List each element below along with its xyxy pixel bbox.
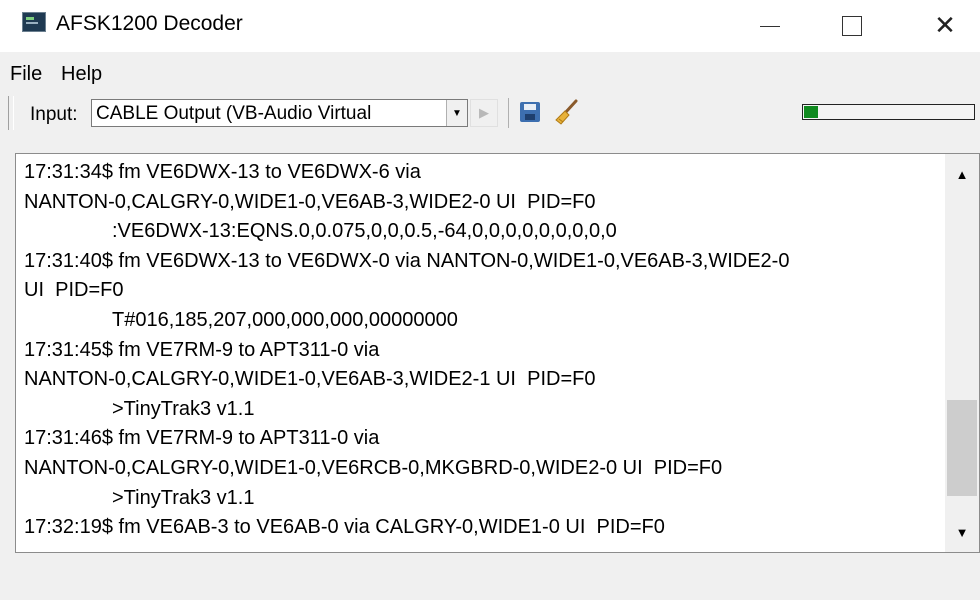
log-line: UI PID=F0 <box>24 279 124 302</box>
toolbar-separator <box>508 98 509 128</box>
log-line: 17:31:45$ fm VE7RM-9 to APT311-0 via <box>24 338 380 361</box>
close-icon: ✕ <box>934 11 956 41</box>
log-line: 17:31:40$ fm VE6DWX-13 to VE6DWX-0 via N… <box>24 249 790 272</box>
terminal-app-icon <box>22 12 46 32</box>
toolbar: Input: CABLE Output (VB-Audio Virtual ▼ … <box>0 92 980 138</box>
log-line: :VE6DWX-13:EQNS.0,0.075,0,0,0.5,-64,0,0,… <box>112 220 617 243</box>
minimize-button[interactable] <box>740 0 800 52</box>
maximize-icon <box>842 16 862 36</box>
play-icon: ▶ <box>479 105 489 120</box>
window-title: AFSK1200 Decoder <box>56 12 243 35</box>
toolbar-grip[interactable] <box>8 96 14 130</box>
maximize-button[interactable] <box>822 0 882 52</box>
decoded-packet-log[interactable]: 17:31:34$ fm VE6DWX-13 to VE6DWX-6 via NA… <box>15 153 980 553</box>
log-line: T#016,185,207,000,000,000,00000000 <box>112 308 458 331</box>
audio-level-meter <box>802 104 975 120</box>
menu-bar: File Help <box>0 52 980 90</box>
scroll-thumb[interactable] <box>947 400 977 496</box>
log-line: >TinyTrak3 v1.1 <box>112 397 255 420</box>
scroll-up-button[interactable]: ▲ <box>945 156 979 192</box>
arrow-down-icon: ▼ <box>955 524 969 540</box>
log-line: NANTON-0,CALGRY-0,WIDE1-0,VE6AB-3,WIDE2-… <box>24 190 596 213</box>
log-line: >TinyTrak3 v1.1 <box>112 486 255 509</box>
save-icon[interactable] <box>520 102 540 122</box>
log-line: NANTON-0,CALGRY-0,WIDE1-0,VE6AB-3,WIDE2-… <box>24 368 596 391</box>
audio-level-fill <box>804 106 818 118</box>
arrow-up-icon: ▲ <box>955 166 969 182</box>
title-bar: AFSK1200 Decoder ✕ <box>0 0 980 52</box>
menu-help[interactable]: Help <box>61 63 102 86</box>
scroll-down-button[interactable]: ▼ <box>945 514 979 550</box>
log-line: 17:31:46$ fm VE7RM-9 to APT311-0 via <box>24 427 380 450</box>
menu-file[interactable]: File <box>10 63 42 86</box>
broom-icon[interactable] <box>552 98 580 126</box>
chevron-down-icon[interactable]: ▼ <box>446 100 467 126</box>
input-label: Input: <box>30 104 78 125</box>
input-device-select[interactable]: CABLE Output (VB-Audio Virtual ▼ <box>91 99 468 127</box>
input-device-value: CABLE Output (VB-Audio Virtual <box>96 103 372 124</box>
vertical-scrollbar[interactable]: ▲ ▼ <box>945 154 979 552</box>
log-line: 17:32:19$ fm VE6AB-3 to VE6AB-0 via CALG… <box>24 516 665 539</box>
log-line: 17:31:34$ fm VE6DWX-13 to VE6DWX-6 via <box>24 161 421 183</box>
log-lines: 17:31:34$ fm VE6DWX-13 to VE6DWX-6 via NA… <box>24 158 944 543</box>
play-button[interactable]: ▶ <box>470 99 498 127</box>
minimize-icon <box>760 25 780 27</box>
close-button[interactable]: ✕ <box>915 0 975 52</box>
log-line: NANTON-0,CALGRY-0,WIDE1-0,VE6RCB-0,MKGBR… <box>24 456 723 479</box>
